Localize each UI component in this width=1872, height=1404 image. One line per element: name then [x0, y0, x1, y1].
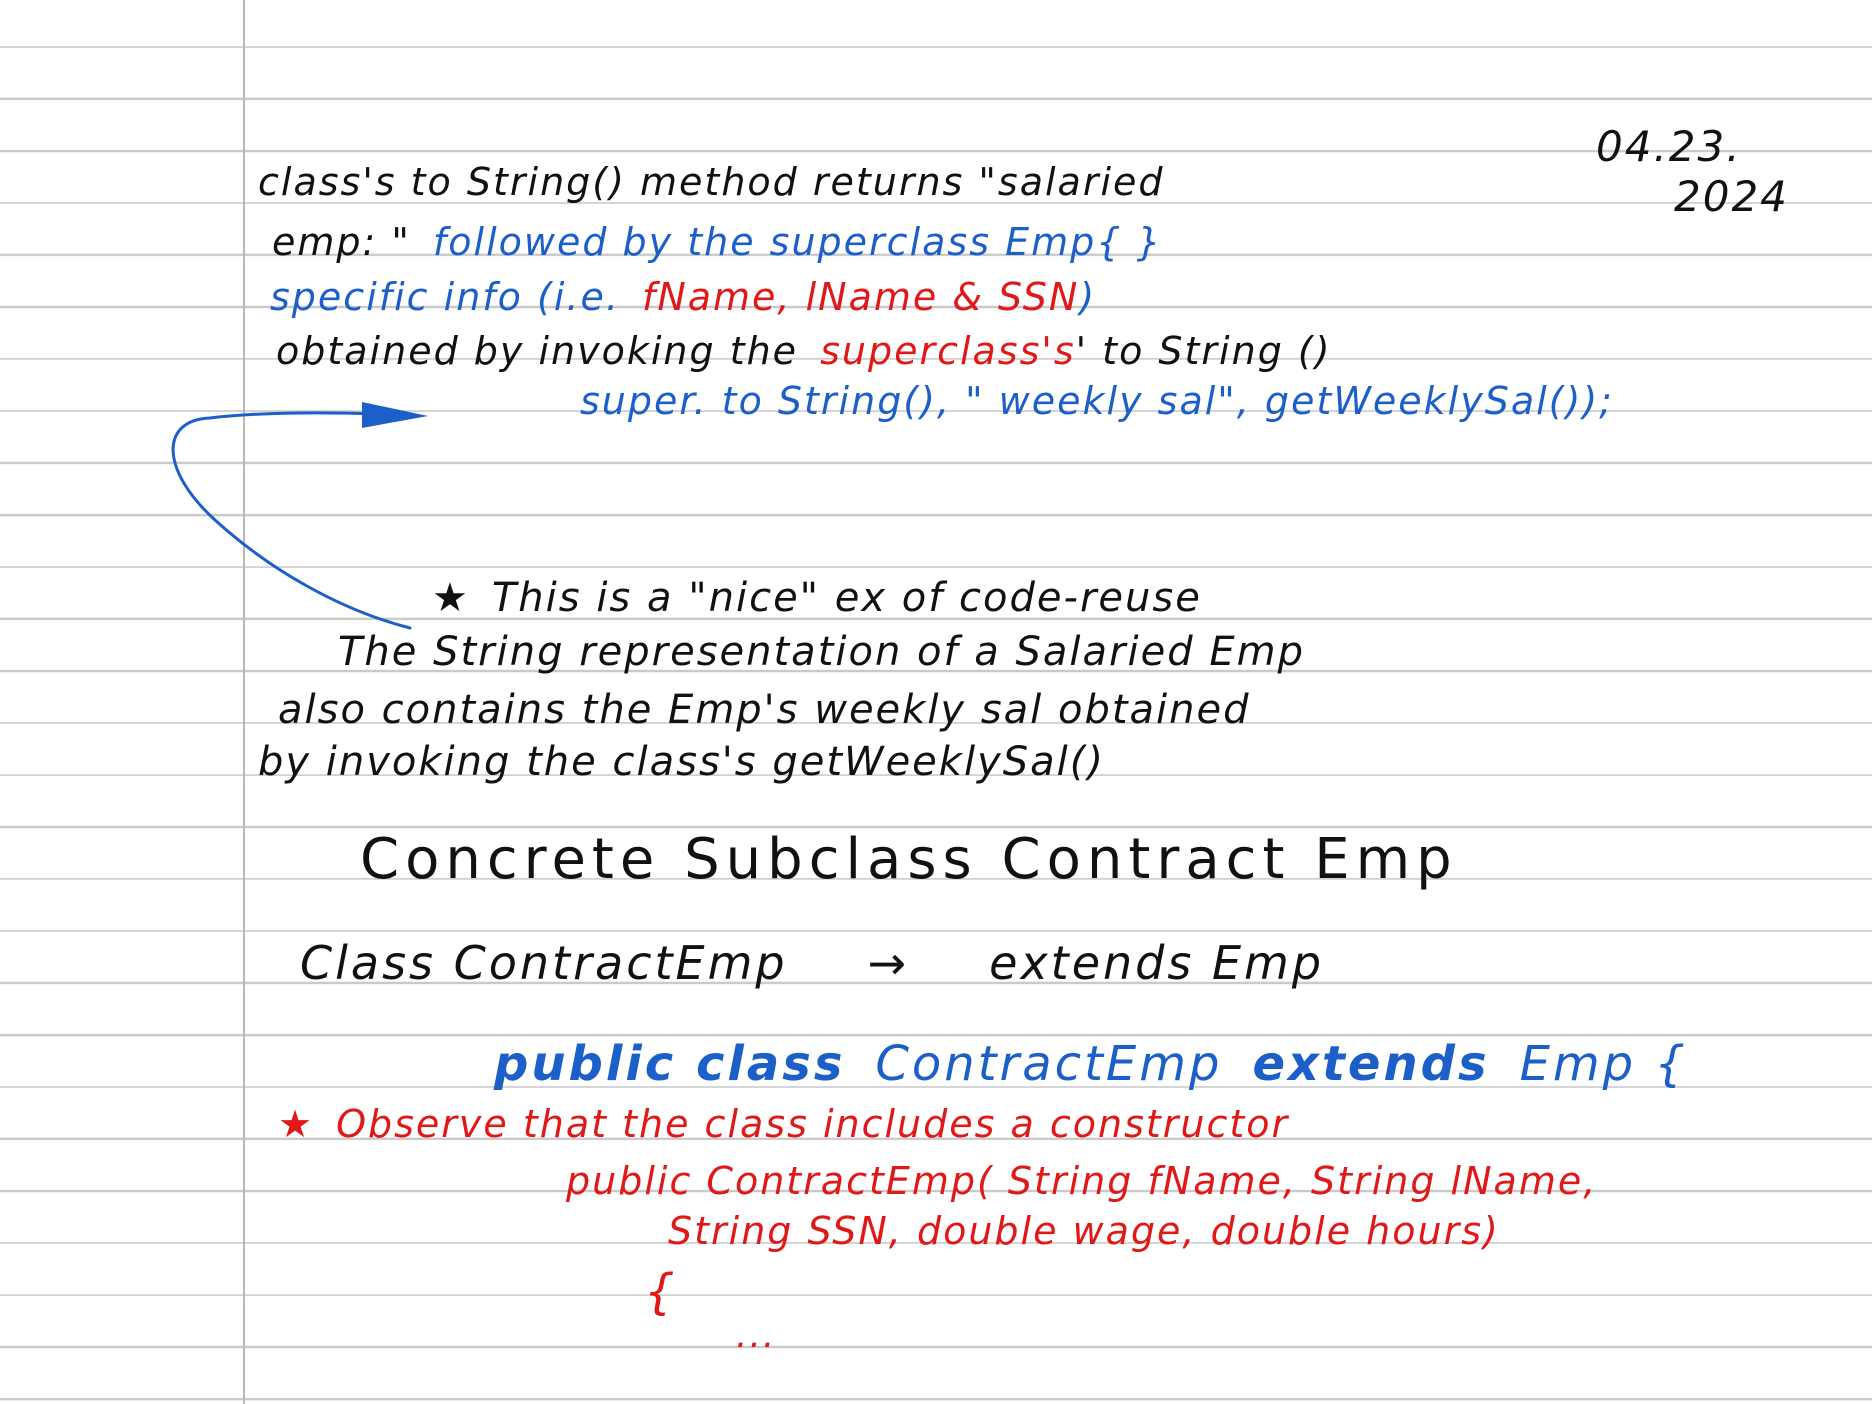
- note-line-2-black: emp: ": [272, 220, 411, 264]
- note-line-3-blue: specific info (i.e.: [270, 275, 620, 319]
- margin-line: [243, 0, 245, 1404]
- date-line-2: 2024: [1674, 172, 1789, 221]
- note-line-5: super. to String(), " weekly sal", getWe…: [580, 379, 1614, 423]
- note-line-2-blue: followed by the superclass Emp{ }: [432, 220, 1163, 264]
- note-line-12-public-class: public class: [494, 1036, 846, 1092]
- note-line-2: emp: " followed by the superclass Emp{ }: [272, 223, 1163, 261]
- notebook-page: 04.23. 2024 class's to String() method r…: [0, 0, 1872, 1404]
- note-line-12-emp: Emp {: [1519, 1036, 1688, 1092]
- note-line-3: specific info (i.e. fName, lName & SSN): [270, 278, 1096, 316]
- note-line-6: ★ This is a "nice" ex of code-reuse: [432, 578, 1202, 618]
- note-line-13: ★ Observe that the class includes a const…: [278, 1105, 1289, 1143]
- note-line-4: obtained by invoking the superclass's' to…: [276, 332, 1332, 370]
- note-line-9: by invoking the class's getWeeklySal(): [258, 739, 1105, 785]
- note-line-11: Class ContractEmp → extends Emp: [300, 940, 1324, 986]
- note-line-11-class: Class ContractEmp: [300, 936, 788, 990]
- note-line-4-end: ' to String (): [1075, 329, 1332, 373]
- star-icon: ★: [278, 1102, 315, 1146]
- note-line-8: also contains the Emp's weekly sal obtai…: [278, 687, 1251, 733]
- date-line-1: 04.23.: [1596, 122, 1742, 171]
- note-line-15: String SSN, double wage, double hours): [668, 1209, 1500, 1253]
- note-line-7: The String representation of a Salaried …: [338, 629, 1305, 675]
- note-line-17: ...: [736, 1315, 777, 1356]
- note-line-13-text: Observe that the class includes a constr…: [336, 1102, 1290, 1146]
- note-line-12-extends: extends: [1252, 1036, 1490, 1092]
- note-line-6-text: This is a "nice" ex of code-reuse: [491, 575, 1202, 621]
- note-line-11-extends: extends Emp: [989, 936, 1325, 990]
- note-line-16: {: [644, 1264, 677, 1320]
- note-line-3-paren: ): [1079, 275, 1097, 319]
- note-line-12: public class ContractEmp extends Emp {: [494, 1040, 1688, 1088]
- note-line-14: public ContractEmp( String fName, String…: [566, 1159, 1598, 1203]
- arrow-right-icon: →: [867, 936, 910, 990]
- star-icon: ★: [432, 575, 470, 621]
- note-line-12-contractemp: ContractEmp: [875, 1036, 1223, 1092]
- note-line-3-red: fName, lName & SSN: [641, 275, 1080, 319]
- note-line-4-red: superclass's: [820, 329, 1076, 373]
- note-line-4-black: obtained by invoking the: [276, 329, 799, 373]
- note-line-1: class's to String() method returns "sala…: [258, 160, 1165, 204]
- section-heading: Concrete Subclass Contract Emp: [360, 827, 1458, 892]
